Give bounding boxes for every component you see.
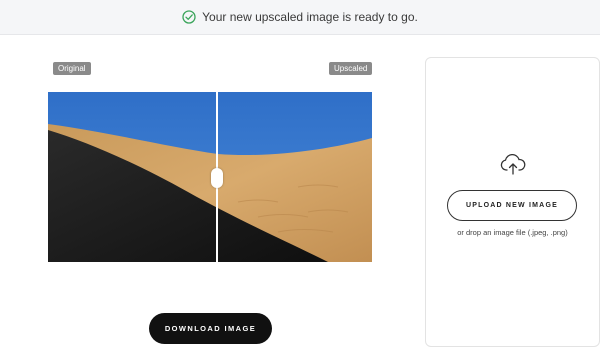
compare-drag-handle[interactable]: [211, 168, 223, 188]
success-banner: Your new upscaled image is ready to go.: [0, 0, 600, 35]
image-comparison[interactable]: [48, 92, 372, 262]
success-message: Your new upscaled image is ready to go.: [202, 10, 418, 24]
upload-panel[interactable]: UPLOAD NEW IMAGE or drop an image file (…: [425, 57, 600, 347]
upscaled-label: Upscaled: [329, 62, 373, 75]
cloud-upload-icon: [500, 154, 526, 176]
upload-new-image-button[interactable]: UPLOAD NEW IMAGE: [447, 190, 577, 221]
download-button[interactable]: DOWNLOAD IMAGE: [149, 313, 272, 344]
original-label: Original: [53, 62, 91, 75]
drop-hint: or drop an image file (.jpeg, .png): [457, 228, 568, 237]
dune-image: [48, 92, 372, 262]
check-circle-icon: [182, 10, 196, 24]
